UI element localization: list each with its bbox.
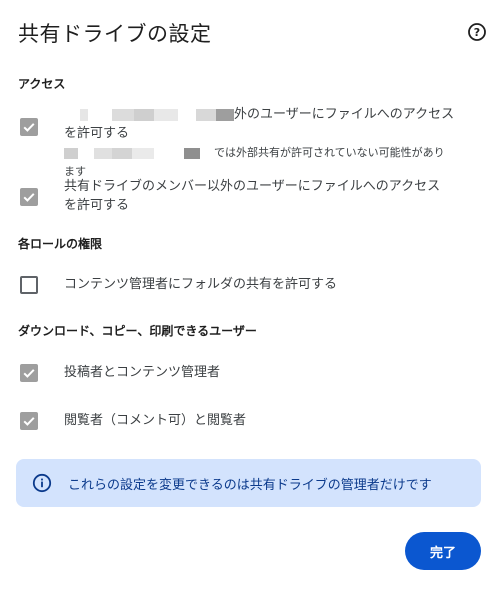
- checkmark-icon: [23, 417, 35, 426]
- external-sharing-note: では外部共有が許可されていない可能性があり: [214, 146, 445, 159]
- checkmark-icon: [23, 369, 35, 378]
- dialog-title: 共有ドライブの設定: [18, 22, 212, 46]
- help-circle-icon[interactable]: ?: [467, 22, 487, 42]
- external-sharing-option: 外のユーザーにファイルへのアクセス を許可する では外部共有が許可されていない可…: [18, 105, 488, 178]
- non-member-access-option: 共有ドライブのメンバー以外のユーザーにファイルへのアクセス を許可する: [18, 177, 488, 217]
- contributors-checkbox[interactable]: [20, 364, 38, 382]
- info-banner-text: これらの設定を変更できるのは共有ドライブの管理者だけです: [68, 478, 432, 493]
- checkmark-icon: [23, 193, 35, 202]
- external-sharing-label: 外のユーザーにファイルへのアクセス: [234, 107, 455, 122]
- non-member-access-checkbox[interactable]: [20, 188, 38, 206]
- viewers-checkbox[interactable]: [20, 412, 38, 430]
- non-member-access-label: 共有ドライブのメンバー以外のユーザーにファイルへのアクセス: [64, 179, 441, 194]
- viewers-label: 閲覧者（コメント可）と閲覧者: [64, 413, 247, 428]
- checkmark-icon: [23, 123, 35, 132]
- content-manager-folder-sharing-checkbox[interactable]: [20, 276, 38, 294]
- contributors-label: 投稿者とコンテンツ管理者: [64, 365, 221, 380]
- access-heading: アクセス: [18, 77, 66, 91]
- content-manager-folder-sharing-option: コンテンツ管理者にフォルダの共有を許可する: [18, 275, 488, 299]
- svg-text:?: ?: [474, 26, 480, 39]
- role-permissions-heading: 各ロールの権限: [18, 237, 103, 251]
- done-button[interactable]: 完了: [405, 532, 481, 570]
- viewers-option: 閲覧者（コメント可）と閲覧者: [18, 411, 488, 435]
- redacted-domain-2: [64, 147, 214, 159]
- download-copy-print-heading: ダウンロード、コピー、印刷できるユーザー: [18, 324, 257, 338]
- external-sharing-label-line2: を許可する: [64, 126, 130, 141]
- external-sharing-checkbox[interactable]: [20, 118, 38, 136]
- contributors-option: 投稿者とコンテンツ管理者: [18, 363, 488, 387]
- info-icon: [32, 473, 52, 493]
- info-banner: これらの設定を変更できるのは共有ドライブの管理者だけです: [16, 459, 481, 507]
- redacted-domain: [64, 108, 234, 121]
- non-member-access-label-line2: を許可する: [64, 198, 130, 213]
- content-manager-folder-sharing-label: コンテンツ管理者にフォルダの共有を許可する: [64, 277, 338, 292]
